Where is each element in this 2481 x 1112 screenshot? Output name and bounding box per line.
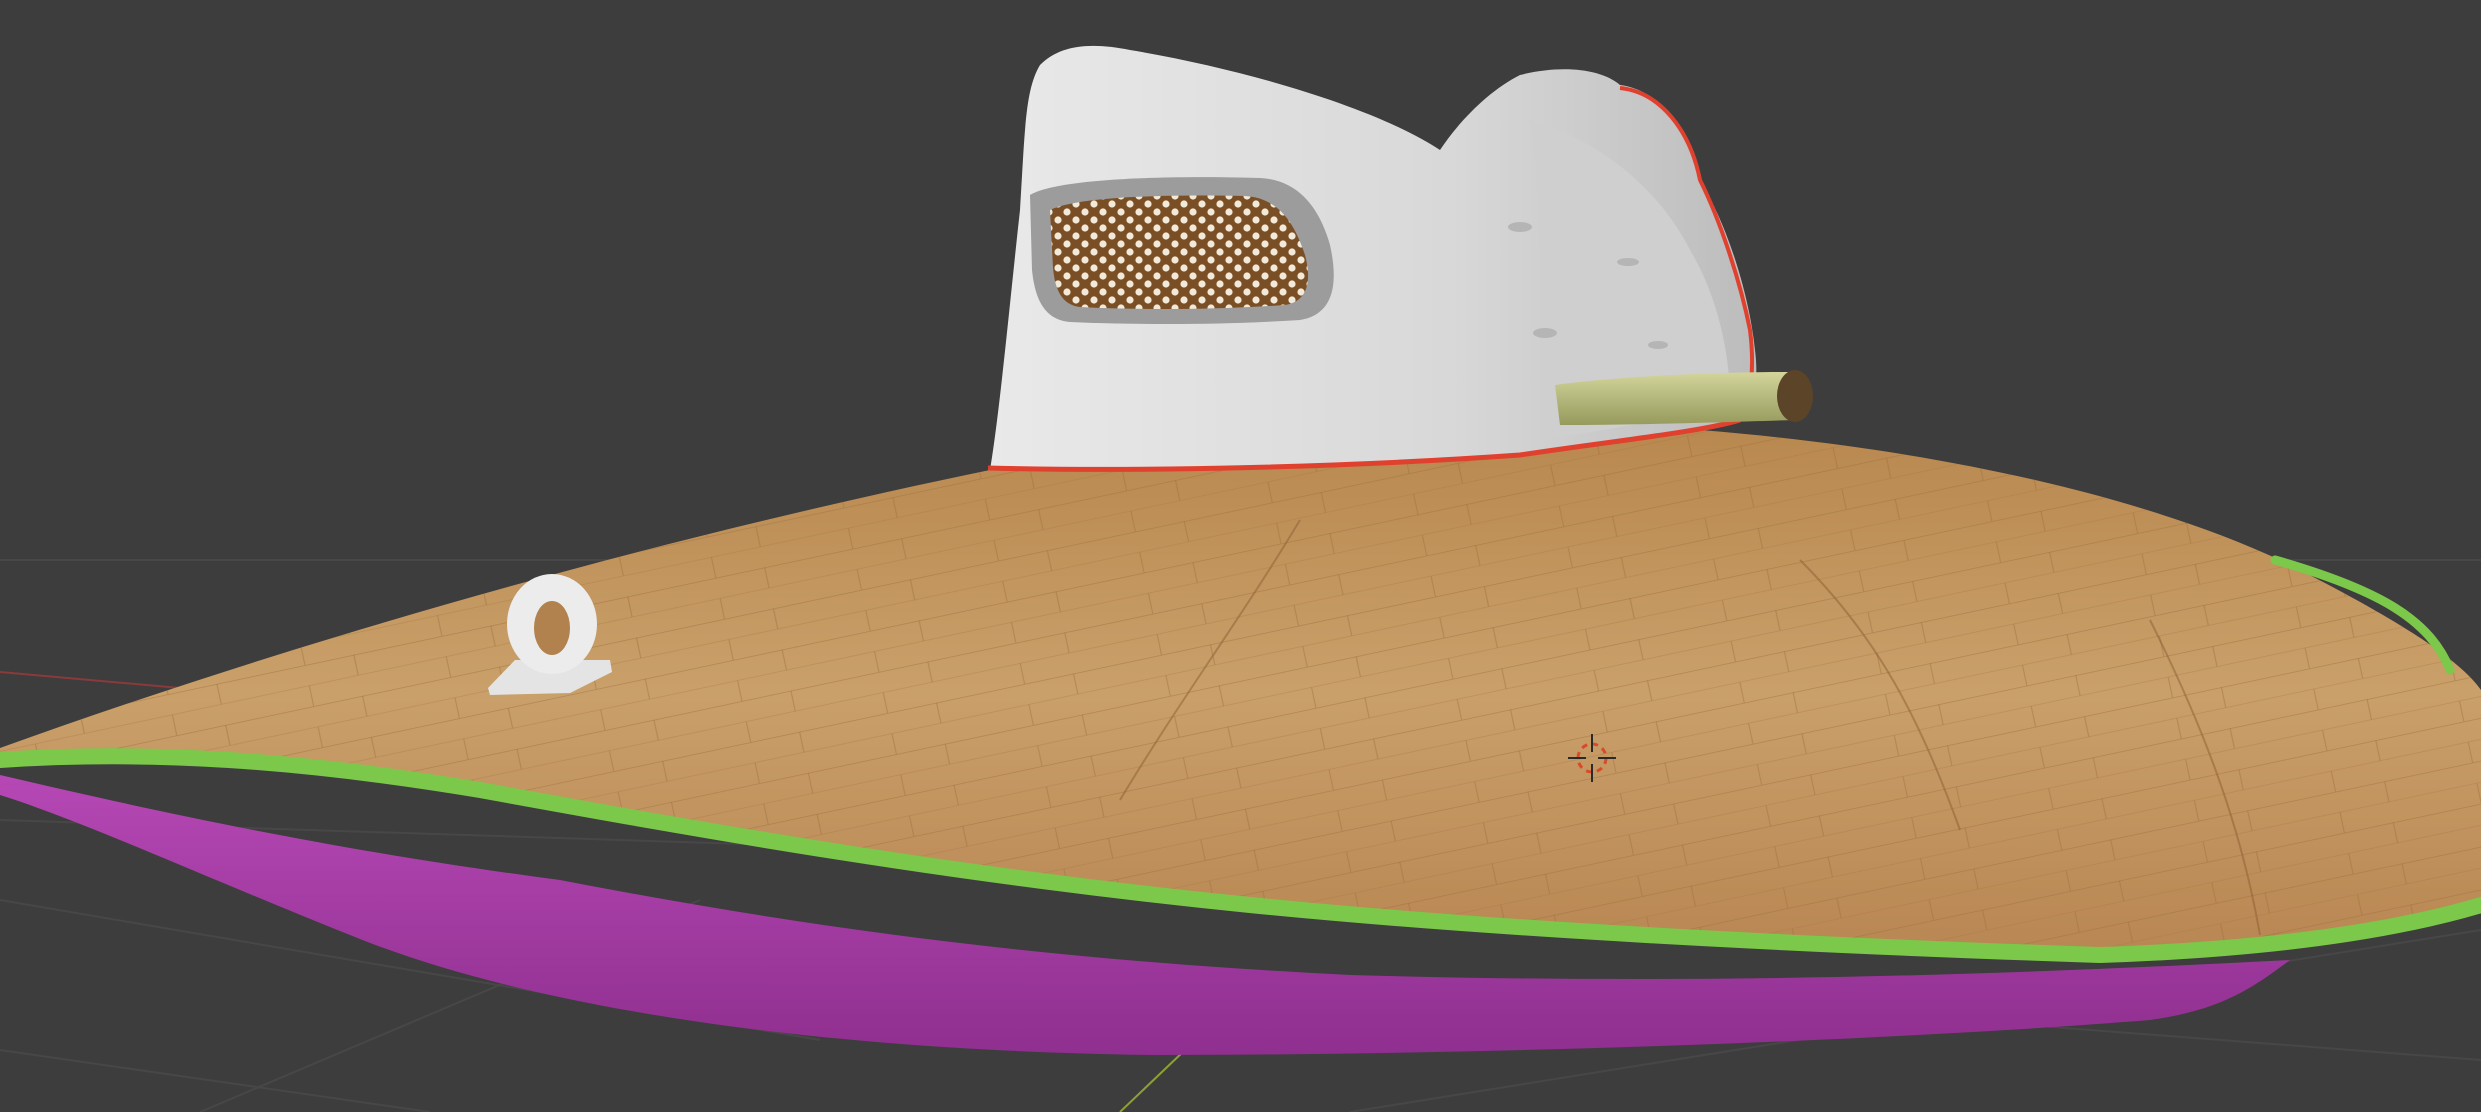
ring-hole — [534, 601, 570, 655]
3d-viewport[interactable] — [0, 0, 2481, 1112]
vent-grille[interactable] — [1050, 195, 1309, 310]
y-axis-line — [1119, 1049, 1186, 1112]
exhaust-pipe-end — [1777, 370, 1813, 422]
viewport-canvas[interactable] — [0, 0, 2481, 1112]
x-axis-line — [0, 671, 181, 689]
